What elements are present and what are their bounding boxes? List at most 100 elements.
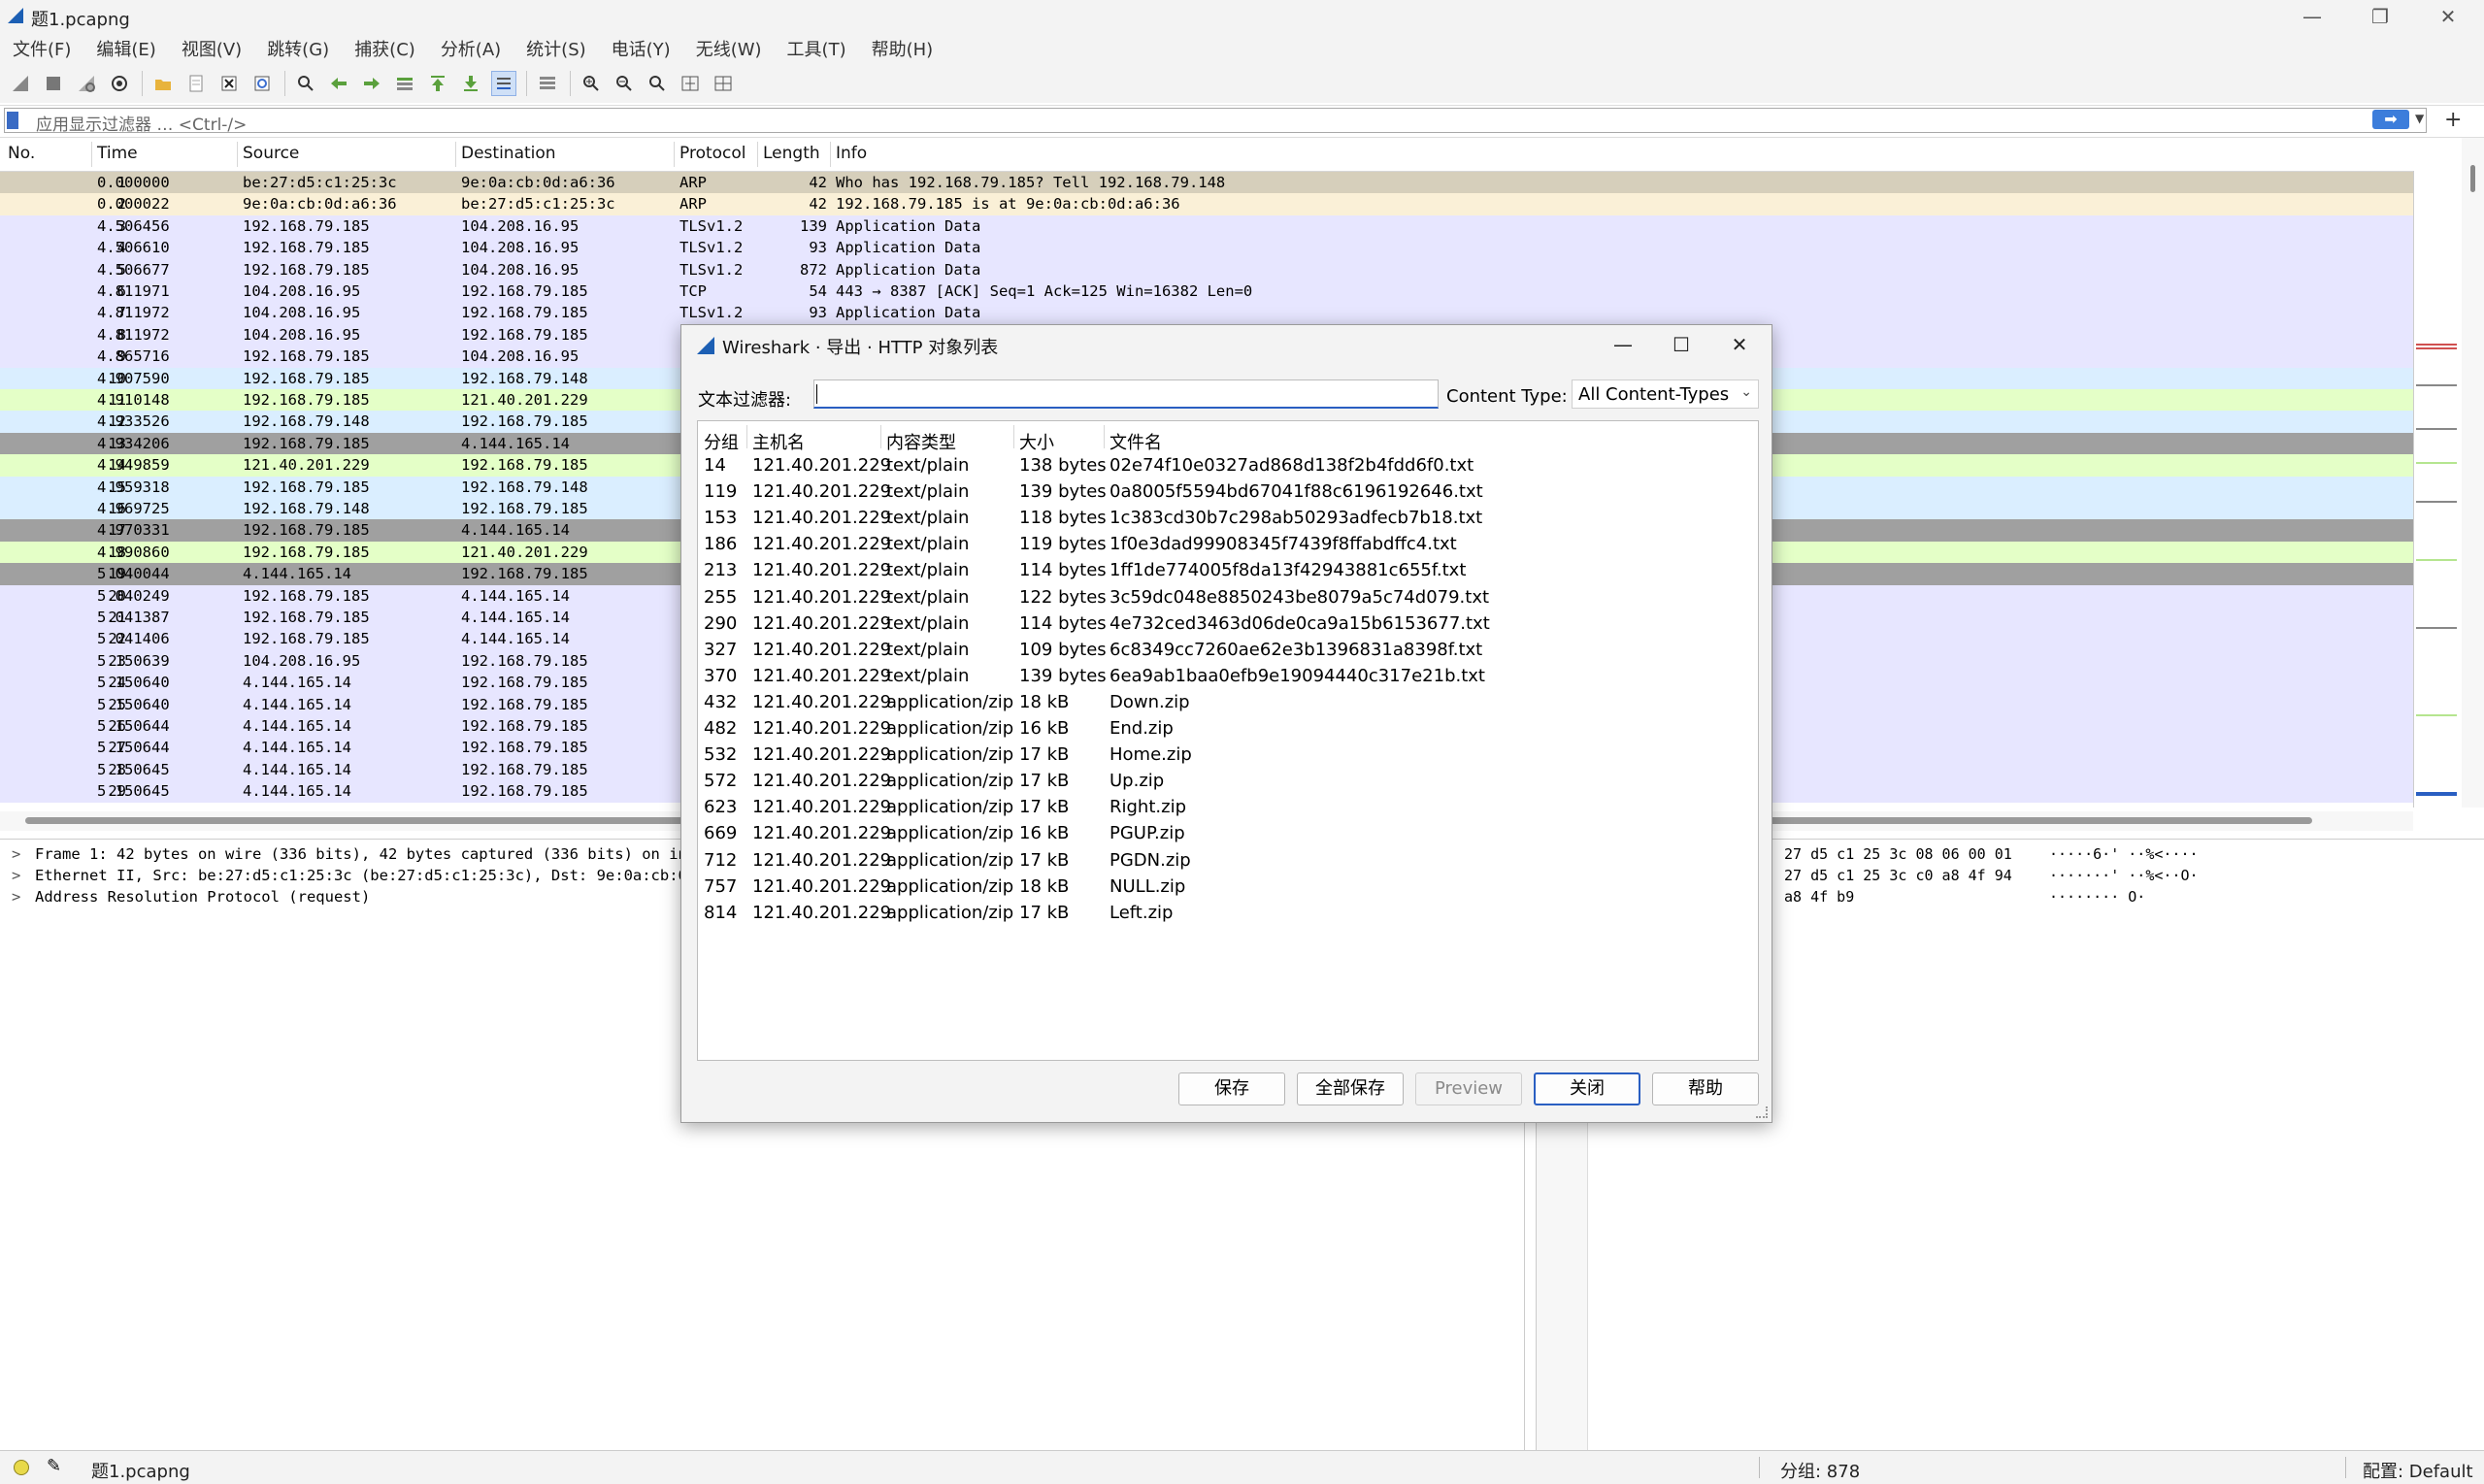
bookmark-icon[interactable] <box>7 112 18 129</box>
find-packet-icon[interactable] <box>293 71 318 96</box>
filter-history-chevron-icon[interactable]: ▼ <box>2415 112 2424 125</box>
http-object-row[interactable]: 213 121.40.201.229 text/plain 114 bytes 1ff1… <box>698 557 1758 583</box>
dialog-titlebar[interactable]: Wireshark · 导出 · HTTP 对象列表 — ☐ ✕ <box>681 325 1772 364</box>
colorize-icon[interactable] <box>535 71 560 96</box>
http-object-row[interactable]: 119 121.40.201.229 text/plain 139 bytes 0a80… <box>698 478 1758 505</box>
packet-row[interactable]: 4 4.506610 192.168.79.185 104.208.16.95 TLSv… <box>0 237 2413 259</box>
bytes-hex-row[interactable]: 27 d5 c1 25 3c 08 06 00 01 <box>1784 843 2012 865</box>
dialog-minimize-icon[interactable]: — <box>1604 331 1642 358</box>
packet-row[interactable]: 5 4.506677 192.168.79.185 104.208.16.95 TLSv… <box>0 258 2413 280</box>
menu-edit[interactable]: 编辑(E) <box>83 36 168 61</box>
add-filter-button-icon[interactable]: + <box>2444 108 2462 132</box>
column-source[interactable]: Source <box>243 144 299 163</box>
apply-filter-arrow-icon[interactable]: ➡ <box>2372 110 2409 129</box>
http-object-row[interactable]: 814 121.40.201.229 application/zip 17 kB Lef… <box>698 900 1758 926</box>
bytes-hex-row[interactable]: 27 d5 c1 25 3c c0 a8 4f 94 <box>1784 865 2012 886</box>
go-forward-icon[interactable] <box>359 71 384 96</box>
http-object-row[interactable]: 14 121.40.201.229 text/plain 138 bytes 02e74… <box>698 452 1758 478</box>
bytes-ascii-row[interactable]: ·····6·' ··%<···· <box>2049 843 2199 865</box>
http-object-row[interactable]: 712 121.40.201.229 application/zip 17 kB PGD… <box>698 847 1758 874</box>
dialog-close-icon[interactable]: ✕ <box>1720 331 1759 358</box>
column-size[interactable]: 大小 <box>1019 429 1054 454</box>
packet-minimap[interactable] <box>2413 171 2459 808</box>
reload-file-icon[interactable] <box>249 71 275 96</box>
column-no[interactable]: No. <box>8 144 35 163</box>
chevron-right-icon[interactable]: > <box>12 886 20 907</box>
http-object-row[interactable]: 290 121.40.201.229 text/plain 114 bytes 4e73… <box>698 610 1758 637</box>
column-filename[interactable]: 文件名 <box>1110 429 1162 454</box>
http-object-row[interactable]: 432 121.40.201.229 application/zip 18 kB Dow… <box>698 689 1758 715</box>
packet-row[interactable]: 7 4.811972 104.208.16.95 192.168.79.185 TLSv… <box>0 302 2413 324</box>
resize-grip-icon[interactable] <box>1756 1106 1768 1118</box>
packet-row[interactable]: 3 4.506456 192.168.79.185 104.208.16.95 TLSv… <box>0 214 2413 238</box>
menu-tools[interactable]: 工具(T) <box>775 36 859 61</box>
http-object-row[interactable]: 669 121.40.201.229 application/zip 16 kB PGU… <box>698 820 1758 846</box>
chevron-right-icon[interactable]: > <box>12 843 20 865</box>
http-object-row[interactable]: 255 121.40.201.229 text/plain 122 bytes 3c59… <box>698 584 1758 610</box>
go-to-packet-icon[interactable] <box>392 71 417 96</box>
scrollbar-thumb[interactable] <box>2470 165 2475 192</box>
column-protocol[interactable]: Protocol <box>679 144 746 163</box>
http-object-row[interactable]: 532 121.40.201.229 application/zip 17 kB Hom… <box>698 742 1758 768</box>
column-time[interactable]: Time <box>97 144 138 163</box>
auto-scroll-icon[interactable] <box>491 71 516 96</box>
start-capture-icon[interactable] <box>8 71 33 96</box>
save-file-icon[interactable] <box>183 71 209 96</box>
layout-icon[interactable] <box>711 71 736 96</box>
packet-list-scrollbar[interactable] <box>2462 138 2484 808</box>
column-info[interactable]: Info <box>836 144 867 163</box>
http-object-row[interactable]: 572 121.40.201.229 application/zip 17 kB Up.… <box>698 768 1758 794</box>
http-object-row[interactable]: 757 121.40.201.229 application/zip 18 kB NUL… <box>698 874 1758 900</box>
packet-row[interactable]: 6 4.811971 104.208.16.95 192.168.79.185 TCP 5… <box>0 280 2413 303</box>
menu-wireless[interactable]: 无线(W) <box>683 36 775 61</box>
display-filter-input[interactable]: 应用显示过滤器 … <Ctrl-/> <box>4 108 2427 135</box>
http-object-row[interactable]: 327 121.40.201.229 text/plain 109 bytes 6c83… <box>698 637 1758 663</box>
open-file-icon[interactable] <box>150 71 176 96</box>
http-object-row[interactable]: 623 121.40.201.229 application/zip 17 kB Rig… <box>698 794 1758 820</box>
menu-analyze[interactable]: 分析(A) <box>428 36 513 61</box>
http-object-row[interactable]: 153 121.40.201.229 text/plain 118 bytes 1c38… <box>698 505 1758 531</box>
minimize-icon[interactable]: — <box>2283 0 2341 33</box>
save-button[interactable]: 保存 <box>1178 1072 1285 1105</box>
content-type-select[interactable]: All Content-Types ⌄ <box>1572 379 1759 409</box>
text-filter-input[interactable] <box>813 379 1439 409</box>
chevron-right-icon[interactable]: > <box>12 865 20 886</box>
menu-go[interactable]: 跳转(G) <box>254 36 342 61</box>
column-length[interactable]: Length <box>763 144 820 163</box>
edit-comment-icon[interactable]: ✎ <box>47 1456 61 1476</box>
http-object-row[interactable]: 482 121.40.201.229 application/zip 16 kB End… <box>698 715 1758 742</box>
http-object-row[interactable]: 186 121.40.201.229 text/plain 119 bytes 1f0e… <box>698 531 1758 557</box>
preview-button[interactable]: Preview <box>1415 1072 1522 1105</box>
status-profile[interactable]: 配置: Default <box>2363 1458 2473 1483</box>
resize-columns-icon[interactable] <box>678 71 703 96</box>
close-file-icon[interactable] <box>216 71 242 96</box>
menu-view[interactable]: 视图(V) <box>169 36 254 61</box>
http-object-row[interactable]: 370 121.40.201.229 text/plain 139 bytes 6ea9… <box>698 663 1758 689</box>
zoom-reset-icon[interactable] <box>645 71 670 96</box>
column-packet[interactable]: 分组 <box>704 429 739 454</box>
save-all-button[interactable]: 全部保存 <box>1297 1072 1404 1105</box>
menu-file[interactable]: 文件(F) <box>0 36 83 61</box>
menu-telephony[interactable]: 电话(Y) <box>599 36 683 61</box>
zoom-in-icon[interactable] <box>579 71 604 96</box>
close-button[interactable]: 关闭 <box>1534 1072 1640 1105</box>
column-hostname[interactable]: 主机名 <box>752 429 805 454</box>
close-window-icon[interactable]: ✕ <box>2419 0 2477 33</box>
column-destination[interactable]: Destination <box>461 144 556 163</box>
packet-row[interactable]: 2 0.000022 9e:0a:cb:0d:a6:36 be:27:d5:c1:25… <box>0 193 2413 215</box>
expert-info-led-icon[interactable] <box>14 1460 29 1475</box>
menu-help[interactable]: 帮助(H) <box>859 36 946 61</box>
bytes-ascii-row[interactable]: ·······' ··%<··O· <box>2049 865 2199 886</box>
go-last-icon[interactable] <box>458 71 483 96</box>
stop-capture-icon[interactable] <box>41 71 66 96</box>
capture-options-icon[interactable] <box>107 71 132 96</box>
go-back-icon[interactable] <box>326 71 351 96</box>
restart-capture-icon[interactable] <box>74 71 99 96</box>
help-button[interactable]: 帮助 <box>1652 1072 1759 1105</box>
zoom-out-icon[interactable] <box>612 71 637 96</box>
bytes-ascii-row[interactable]: ········ O· <box>2049 886 2145 907</box>
bytes-hex-row[interactable]: a8 4f b9 <box>1784 886 1854 907</box>
go-first-icon[interactable] <box>425 71 450 96</box>
packet-row[interactable]: 1 0.000000 be:27:d5:c1:25:3c 9e:0a:cb:0d:a6… <box>0 172 2413 194</box>
column-content-type[interactable]: 内容类型 <box>886 429 956 454</box>
